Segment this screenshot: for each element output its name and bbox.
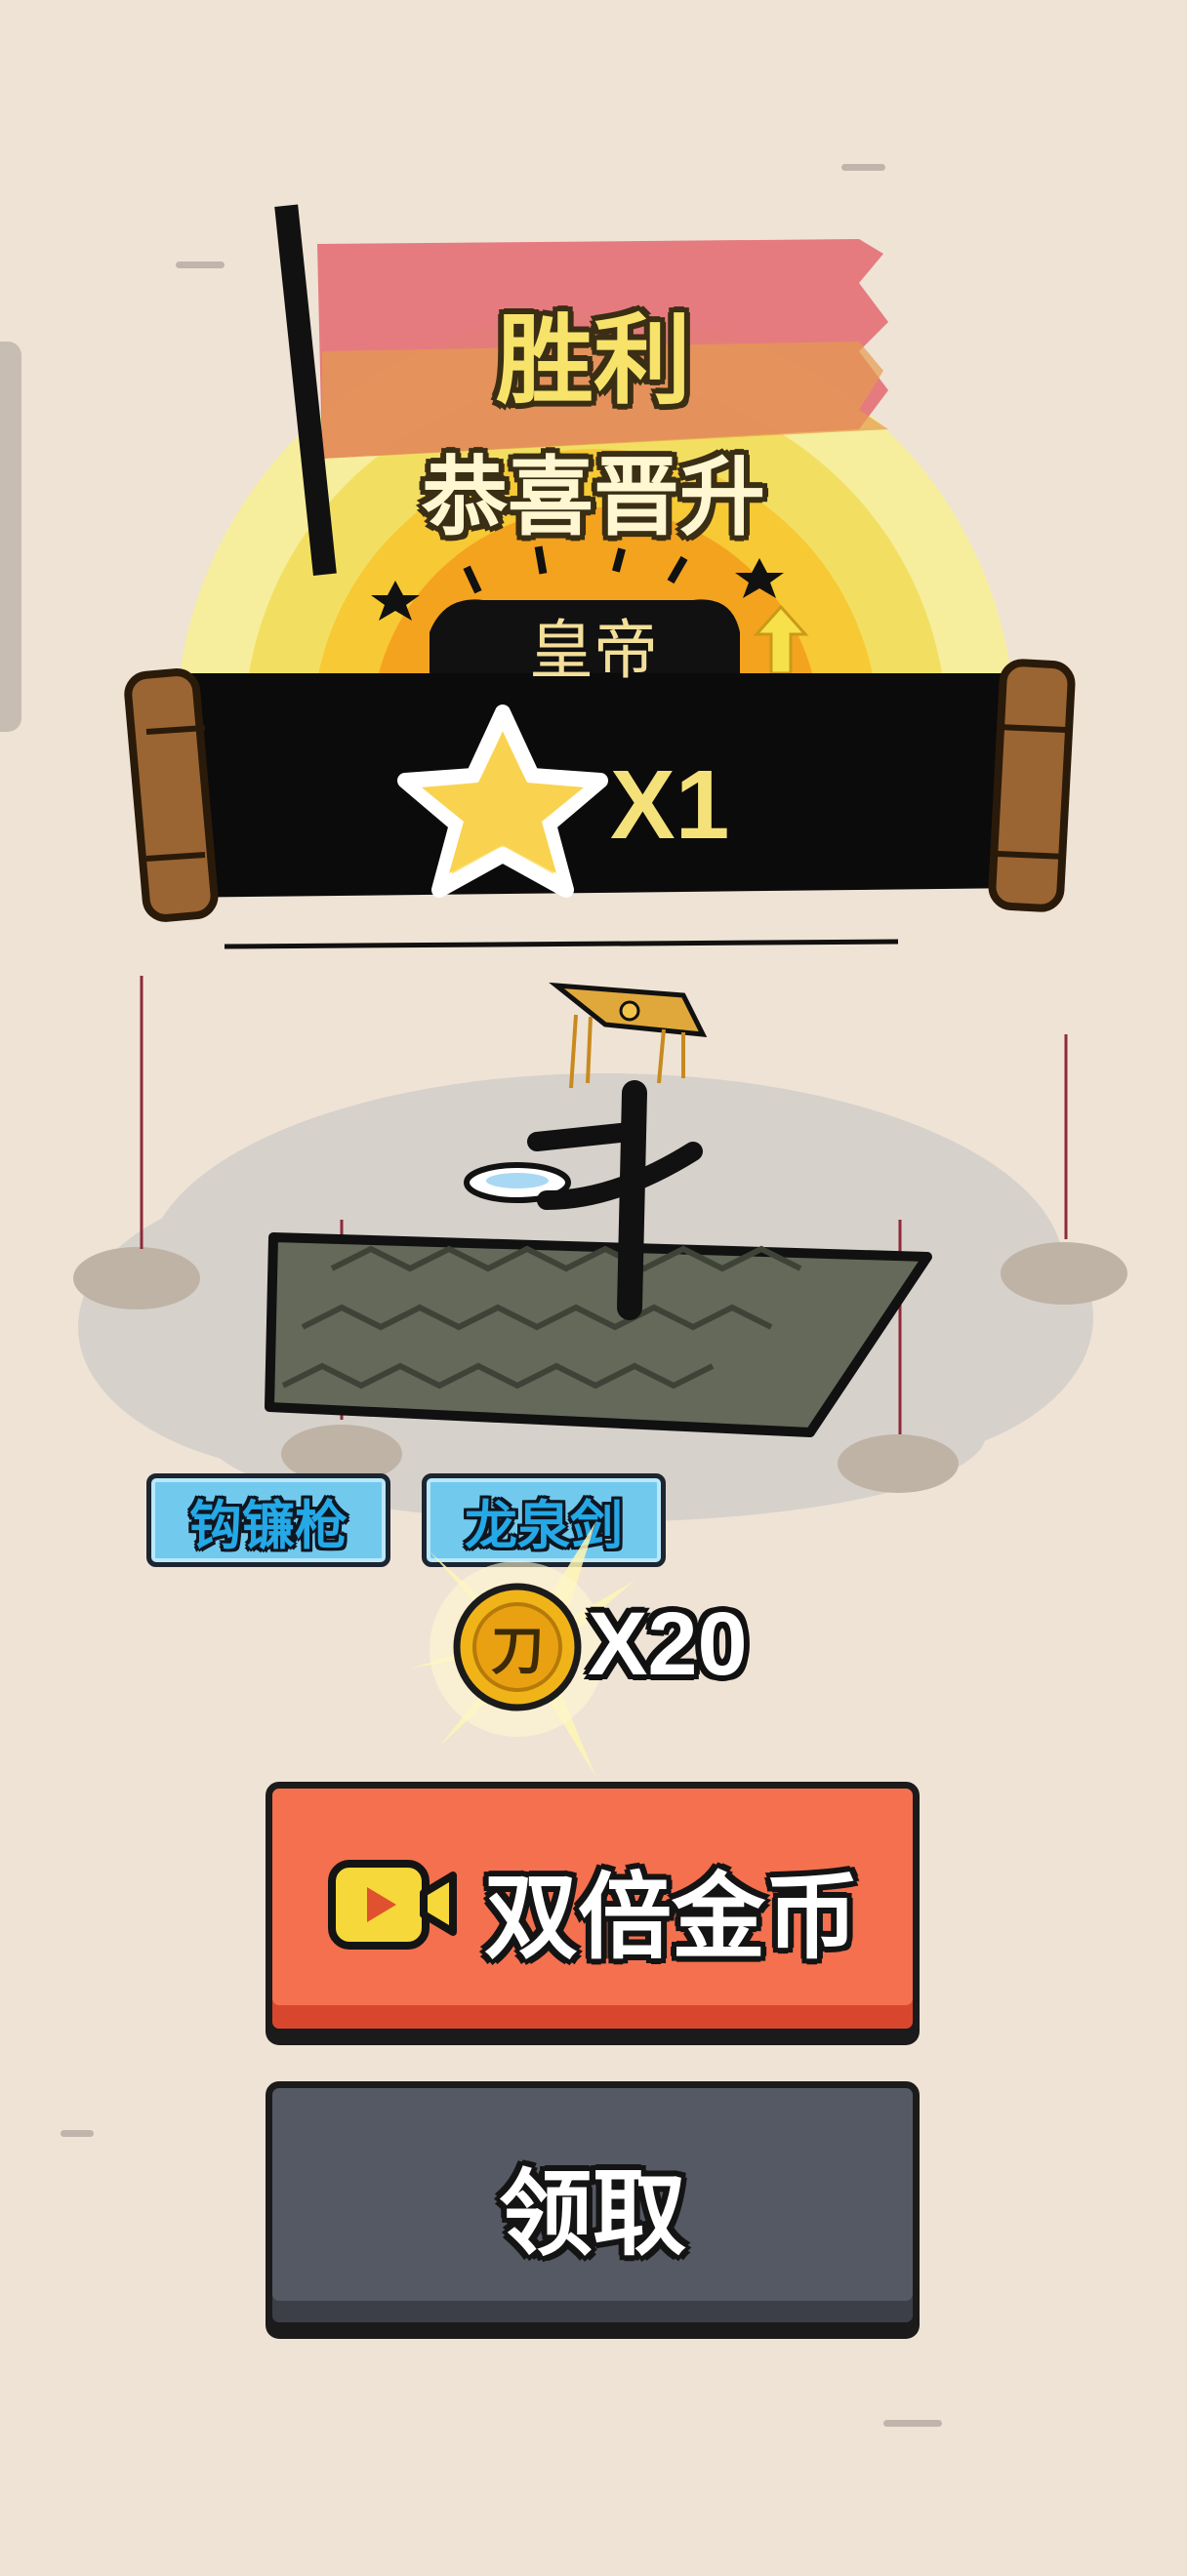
coin-glyph: 刀 bbox=[491, 1620, 544, 1681]
scroll-roll-right bbox=[988, 659, 1076, 912]
star-multiplier: X1 bbox=[610, 750, 730, 860]
congrats-text: 恭喜晋升 bbox=[421, 447, 765, 547]
hat-icon bbox=[549, 982, 708, 1089]
video-camera-icon bbox=[328, 1860, 457, 1950]
rank-name: 皇帝 bbox=[529, 613, 658, 688]
double-coins-label: 双倍金币 bbox=[484, 1862, 859, 1972]
claim-button[interactable]: 领取 bbox=[266, 2081, 920, 2329]
reward-amount: X20 bbox=[588, 1594, 748, 1694]
claim-label: 领取 bbox=[499, 2158, 686, 2269]
ground-speck bbox=[841, 164, 885, 171]
ground-speck bbox=[61, 2130, 94, 2137]
victory-title: 胜利 bbox=[496, 303, 691, 418]
straw-mat bbox=[265, 1232, 932, 1437]
character-scene bbox=[73, 976, 1127, 1522]
ground-speck bbox=[883, 2420, 942, 2427]
weapon-tag-gouliangqiang: 钩镰枪 bbox=[146, 1473, 390, 1567]
double-coins-button[interactable]: 双倍金币 bbox=[266, 1782, 920, 2035]
